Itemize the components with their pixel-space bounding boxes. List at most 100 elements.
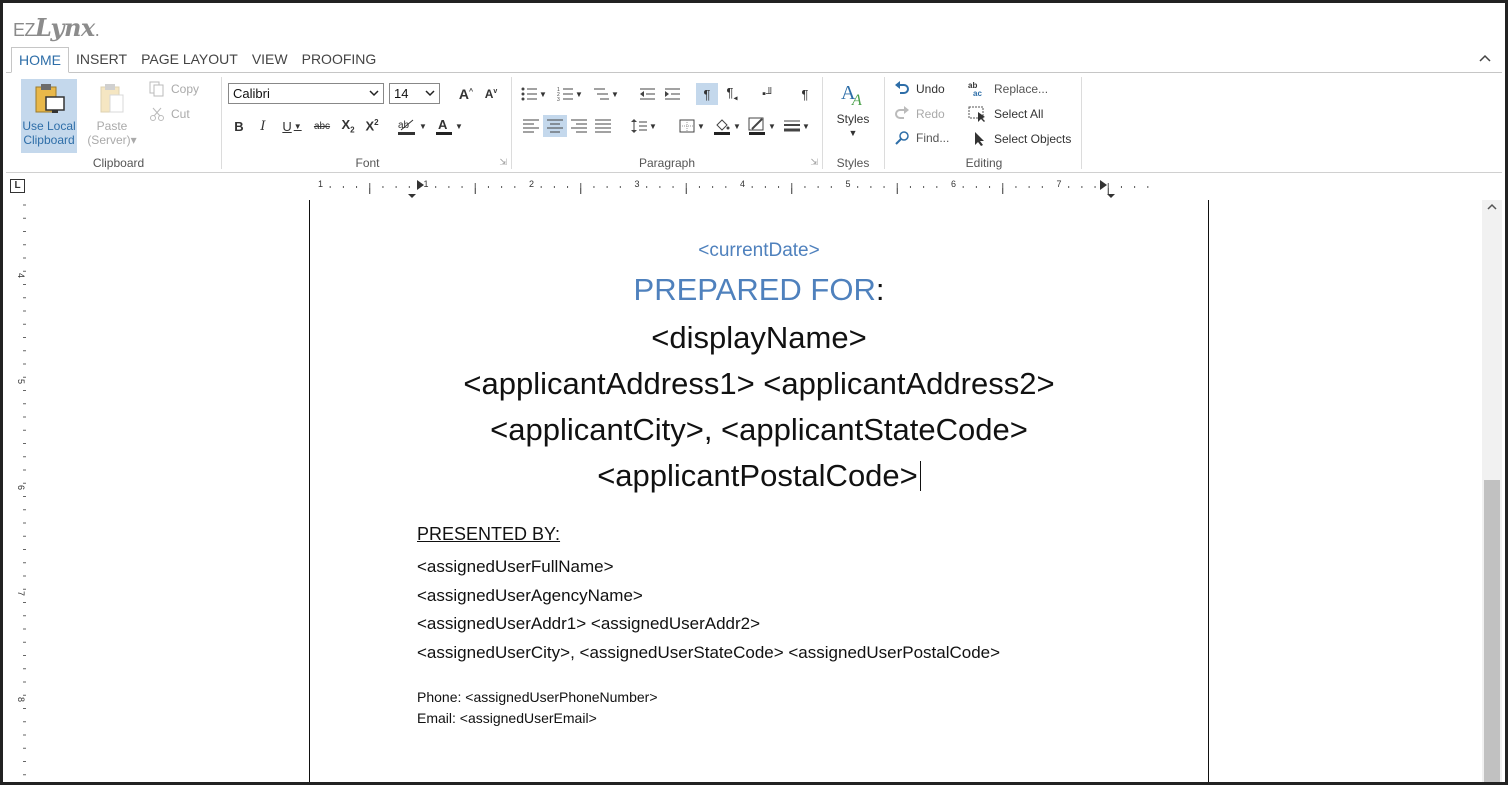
underline-button[interactable]: U ▼ (278, 115, 306, 137)
ruler-number: 4 (16, 273, 26, 278)
applicant-postal-field: <applicantPostalCode> (597, 458, 918, 493)
tab-page-layout[interactable]: PAGE LAYOUT (134, 47, 245, 73)
tab-view[interactable]: VIEW (245, 47, 295, 73)
font-family-select[interactable]: Calibri (228, 83, 384, 104)
highlight-color-button[interactable]: ab ▼ (396, 115, 428, 137)
paste-server-button[interactable]: Paste (Server)▾ (82, 79, 142, 153)
left-indent-marker[interactable] (408, 194, 416, 198)
vertical-scrollbar[interactable] (1482, 200, 1502, 782)
user-full-name-field[interactable]: <assignedUserFullName> (417, 557, 614, 577)
applicant-city-state-field[interactable]: <applicantCity>, <applicantStateCode> (310, 412, 1208, 448)
use-local-clipboard-button[interactable]: Use Local Clipboard (21, 79, 77, 153)
justify-icon (595, 119, 611, 133)
tab-proofing[interactable]: PROOFING (295, 47, 384, 73)
bullets-button[interactable]: ▼ (518, 83, 550, 105)
undo-button[interactable]: Undo (894, 81, 945, 97)
paste-label-1: Paste (96, 119, 128, 133)
redo-button[interactable]: Redo (894, 106, 945, 122)
select-objects-button[interactable]: Select Objects (972, 131, 1071, 147)
applicant-address-field[interactable]: <applicantAddress1> <applicantAddress2> (310, 366, 1208, 402)
current-date-field[interactable]: <currentDate> (310, 240, 1208, 262)
editor-window: EZLynx. HOME INSERT PAGE LAYOUT VIEW PRO… (0, 0, 1508, 785)
cut-button[interactable]: Cut (149, 106, 190, 122)
copy-label: Copy (171, 82, 200, 96)
grow-font-button[interactable]: A^ (456, 83, 476, 105)
styles-button[interactable]: A A Styles ▼ (828, 79, 878, 149)
replace-icon: abac (968, 81, 982, 97)
display-name-field[interactable]: <displayName> (310, 320, 1208, 356)
copy-button[interactable]: Copy (149, 81, 199, 97)
group-separator (221, 77, 222, 169)
agency-name-field[interactable]: <assignedUserAgencyName> (417, 586, 643, 606)
document-area[interactable]: <currentDate> PREPARED FOR: <displayName… (34, 200, 1482, 782)
tab-insert[interactable]: INSERT (69, 47, 134, 73)
applicant-postal-line[interactable]: <applicantPostalCode> (310, 458, 1208, 494)
underline-icon: U (282, 118, 292, 134)
user-address-field[interactable]: <assignedUserAddr1> <assignedUserAddr2> (417, 614, 760, 634)
scissors-icon (150, 107, 164, 121)
italic-button[interactable]: I (254, 115, 272, 137)
border-weight-button[interactable]: ▼ (781, 115, 813, 137)
phone-field[interactable]: Phone: <assignedUserPhoneNumber> (417, 689, 658, 705)
undo-label: Undo (916, 82, 945, 96)
editing-group: Undo Redo Find... ab ac Replace... Select… (888, 75, 1080, 173)
paragraph-mark-button[interactable]: ▪╜ (757, 83, 779, 105)
scrollbar-thumb[interactable] (1484, 480, 1500, 782)
increase-indent-button[interactable] (661, 83, 683, 105)
strikethrough-button[interactable]: abc (310, 115, 334, 137)
presented-by-heading[interactable]: PRESENTED BY: (417, 524, 560, 545)
justify-button[interactable] (592, 115, 614, 137)
tab-stop-selector[interactable]: L (10, 179, 25, 193)
horizontal-ruler[interactable]: 1 1 2 3 4 5 6 7 (312, 174, 1212, 200)
align-left-button[interactable] (520, 115, 542, 137)
styles-dropdown-icon: ▼ (848, 128, 858, 138)
show-formatting-button[interactable]: ¶ (794, 83, 816, 105)
superscript-button[interactable]: X2 (362, 115, 382, 137)
left-to-right-button[interactable]: ¶ (696, 83, 718, 105)
right-indent-bottom-marker[interactable] (1107, 194, 1115, 198)
redo-label: Redo (916, 107, 945, 121)
select-all-button[interactable]: Select All (968, 106, 1043, 122)
editing-group-label: Editing (965, 156, 1003, 170)
ribbon: Use Local Clipboard Paste (Server)▾ Copy… (6, 73, 1502, 173)
prepared-for-colon: : (875, 272, 885, 307)
shading-button[interactable]: ▼ (710, 115, 744, 137)
user-city-state-postal-field[interactable]: <assignedUserCity>, <assignedUserStateCo… (417, 643, 1000, 663)
font-color-button[interactable]: A ▼ (433, 115, 465, 137)
prepared-for-heading[interactable]: PREPARED FOR: (310, 272, 1208, 308)
align-center-icon (547, 119, 563, 133)
paste-label-2: (Server)▾ (87, 133, 137, 147)
numbering-button[interactable]: 1 2 3 ▼ (554, 83, 586, 105)
tab-home[interactable]: HOME (11, 47, 69, 73)
select-objects-label: Select Objects (994, 132, 1072, 146)
align-right-button[interactable] (568, 115, 590, 137)
styles-group-label: Styles (836, 156, 870, 170)
bold-button[interactable]: B (230, 115, 248, 137)
font-size-select[interactable]: 14 (389, 83, 440, 104)
paragraph-dialog-launcher-icon[interactable]: ⇲ (810, 157, 818, 168)
paint-bucket-icon (714, 119, 731, 135)
right-indent-marker[interactable] (1100, 180, 1107, 190)
replace-button[interactable]: ab ac Replace... (968, 81, 1048, 97)
align-center-button[interactable] (543, 115, 567, 137)
borders-button[interactable]: ▼ (676, 115, 708, 137)
superscript-icon: X2 (365, 118, 379, 134)
document-page[interactable]: <currentDate> PREPARED FOR: <displayName… (309, 200, 1209, 782)
scroll-up-button[interactable] (1482, 200, 1502, 218)
borders-icon (679, 119, 695, 133)
multilevel-list-button[interactable]: ▼ (590, 83, 622, 105)
shrink-font-button[interactable]: Av (481, 83, 501, 105)
ruler-number: 6 (16, 485, 26, 490)
decrease-indent-button[interactable] (636, 83, 658, 105)
font-dialog-launcher-icon[interactable]: ⇲ (499, 157, 507, 168)
email-field[interactable]: Email: <assignedUserEmail> (417, 710, 597, 726)
svg-text:A: A (438, 117, 448, 132)
subscript-button[interactable]: X2 (338, 115, 358, 137)
border-color-button[interactable]: ▼ (746, 115, 778, 137)
vertical-ruler[interactable]: 4 5 6 7 8 (6, 200, 34, 785)
collapse-ribbon-button[interactable] (1479, 49, 1491, 65)
find-button[interactable]: Find... (894, 130, 949, 146)
right-to-left-button[interactable]: ¶◂ (721, 83, 743, 105)
ruler-number: 8 (16, 697, 26, 702)
line-spacing-button[interactable]: ▼ (628, 115, 660, 137)
